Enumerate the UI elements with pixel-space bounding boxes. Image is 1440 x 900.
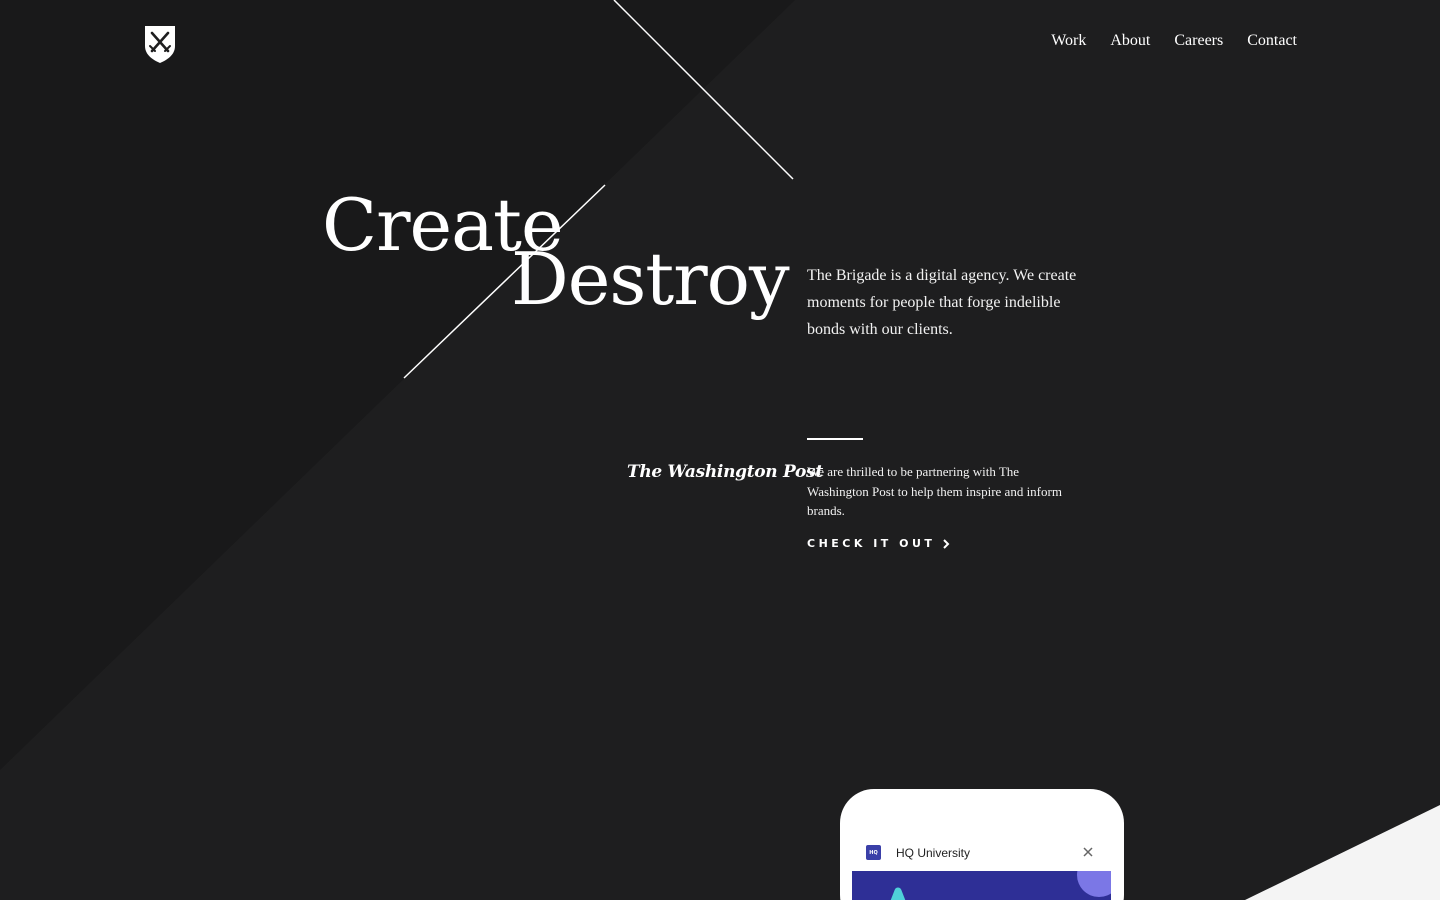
section-divider bbox=[807, 438, 863, 440]
background-diagonal bbox=[0, 0, 1440, 900]
app-screen-preview bbox=[852, 871, 1111, 900]
main-nav: Work About Careers Contact bbox=[1051, 32, 1297, 50]
phone-app-header: HQ HQ University bbox=[866, 845, 970, 860]
hq-app-icon: HQ bbox=[866, 845, 881, 860]
phone-preview: HQ HQ University bbox=[840, 789, 1124, 900]
nav-careers-link[interactable]: Careers bbox=[1174, 32, 1223, 50]
partner-description: We are thrilled to be partnering with Th… bbox=[807, 464, 1062, 518]
teal-arrow-graphic bbox=[890, 887, 906, 900]
hero-title-destroy: Destroy bbox=[511, 237, 790, 321]
nav-contact-link[interactable]: Contact bbox=[1247, 32, 1297, 50]
chevron-right-icon bbox=[943, 538, 950, 549]
agency-intro: The Brigade is a digital agency. We crea… bbox=[807, 267, 1077, 338]
decorative-circle bbox=[1077, 871, 1111, 897]
nav-about-link[interactable]: About bbox=[1110, 32, 1150, 50]
crossed-swords-shield-icon[interactable] bbox=[143, 24, 177, 64]
app-name: HQ University bbox=[896, 845, 971, 860]
check-it-out-link[interactable]: CHECK IT OUT bbox=[807, 537, 951, 550]
nav-work-link[interactable]: Work bbox=[1051, 32, 1086, 50]
close-icon[interactable] bbox=[1082, 846, 1094, 858]
check-it-out-label: CHECK IT OUT bbox=[807, 537, 936, 550]
washington-post-logo: The Washington Post bbox=[627, 462, 823, 482]
